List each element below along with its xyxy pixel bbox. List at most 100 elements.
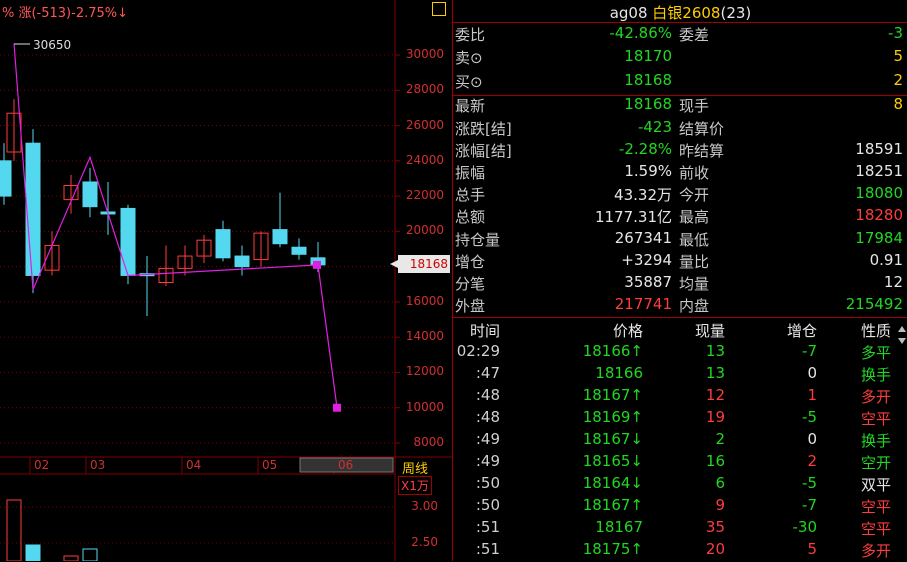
quote-label: 前收	[679, 164, 710, 182]
trade-row[interactable]: :49 18167↓ 2 0 换手	[453, 430, 907, 452]
quote-value: 215492	[845, 295, 903, 313]
trade-type: 多平	[860, 344, 891, 362]
trade-row[interactable]: 02:29 18166↑ 13 -7 多平	[453, 342, 907, 364]
trade-row[interactable]: :47 18166 13 0 换手	[453, 364, 907, 386]
column-header: 性质	[860, 322, 891, 340]
quote-value: 18591	[855, 140, 903, 158]
trade-price: 18165↓	[582, 452, 643, 470]
trade-oi: -7	[802, 496, 817, 514]
period-selector[interactable]: 周线	[402, 458, 428, 477]
trade-oi: 2	[807, 452, 817, 470]
current-price-tag: 18168	[390, 255, 450, 273]
quote-value: 18251	[855, 162, 903, 180]
trade-row[interactable]: :51 18175↑ 20 5 多开	[453, 540, 907, 562]
trade-oi: 0	[807, 364, 817, 382]
quote-value: 5	[893, 47, 903, 65]
quote-value: 217741	[614, 295, 672, 313]
quote-row: 增仓 +3294 量比 0.91	[453, 251, 907, 273]
column-header: 时间	[469, 322, 500, 340]
quote-label: 昨结算	[679, 142, 725, 160]
zigzag-line	[13, 43, 338, 408]
trade-price: 18166↑	[582, 342, 643, 360]
quote-value: -3	[888, 24, 903, 42]
y-tick-label: 12000	[405, 364, 444, 379]
quote-value: +3294	[621, 251, 672, 269]
quote-label: 结算价	[679, 120, 725, 138]
trade-row[interactable]: :48 18169↑ 19 -5 空平	[453, 408, 907, 430]
volume-bar	[6, 499, 22, 561]
quote-value: 17984	[855, 229, 903, 247]
square-icon[interactable]	[432, 2, 446, 16]
quote-value: 1177.31亿	[594, 208, 672, 226]
quote-value: 18170	[624, 47, 672, 65]
kline-chart[interactable]: 30650 % 涨(-513)-2.75%↓ 30000 28000 26000 24…	[0, 0, 452, 561]
trade-vol: 16	[705, 452, 725, 470]
trade-row[interactable]: :48 18167↑ 12 1 多开	[453, 386, 907, 408]
contract-count: (23)	[720, 4, 752, 22]
trade-row[interactable]: :51 18167 35 -30 空平	[453, 518, 907, 540]
quote-value: 18280	[855, 206, 903, 224]
scroll-handle[interactable]	[897, 322, 907, 348]
trade-time: :50	[475, 474, 500, 492]
quote-label: 内盘	[679, 297, 710, 315]
high-price-label: 30650	[33, 38, 71, 52]
quote-row: 涨跌[结] -423 结算价	[453, 118, 907, 140]
quote-value: 43.32万	[614, 186, 672, 204]
trade-time: :51	[475, 518, 500, 536]
trade-vol: 35	[705, 518, 725, 536]
quote-row: 持仓量 267341 最低 17984	[453, 229, 907, 251]
trade-vol: 20	[705, 540, 725, 558]
y-tick-label: 24000	[405, 152, 444, 167]
x-tick-label: 06	[338, 458, 354, 472]
quote-label: 均量	[679, 275, 710, 293]
quote-value: 18080	[855, 184, 903, 202]
quote-value: 0.91	[869, 251, 903, 269]
x-tick-label: 05	[262, 458, 278, 472]
quote-row: 分笔 35887 均量 12	[453, 273, 907, 295]
quote-value: -42.86%	[609, 24, 672, 42]
column-header: 增仓	[786, 322, 817, 340]
trade-oi: 5	[807, 540, 817, 558]
y-tick-label: 22000	[405, 188, 444, 203]
trade-oi: 1	[807, 386, 817, 404]
trade-vol: 19	[705, 408, 725, 426]
candle-body	[272, 229, 288, 245]
trade-row[interactable]: :49 18165↓ 16 2 空开	[453, 452, 907, 474]
quote-value: 18168	[624, 95, 672, 113]
y-tick-label: 14000	[405, 329, 444, 344]
trade-row[interactable]: :50 18167↑ 9 -7 空平	[453, 496, 907, 518]
zigzag-point	[313, 260, 321, 269]
trade-vol: 9	[715, 496, 725, 514]
trade-time: :49	[475, 452, 500, 470]
trade-time: :51	[475, 540, 500, 558]
quote-row: 涨幅[结] -2.28% 昨结算 18591	[453, 140, 907, 162]
quote-row: 振幅 1.59% 前收 18251	[453, 162, 907, 184]
quote-label: 增仓	[455, 253, 486, 271]
candle-body	[291, 246, 307, 255]
trade-price: 18166	[595, 364, 643, 382]
volume-tick-label: 3.00	[411, 499, 438, 513]
quote-label: 振幅	[455, 164, 486, 182]
quote-value: 18168	[624, 71, 672, 89]
y-tick-label: 28000	[405, 82, 444, 97]
quote-row: 总手 43.32万 今开 18080	[453, 184, 907, 206]
trade-type: 空平	[860, 410, 891, 428]
trade-vol: 2	[715, 430, 725, 448]
trade-row[interactable]: :50 18164↓ 6 -5 双平	[453, 474, 907, 496]
trade-oi: -5	[802, 408, 817, 426]
trade-oi: -5	[802, 474, 817, 492]
y-tick-label: 30000	[405, 47, 444, 61]
candle-body	[215, 229, 231, 259]
quote-label: 涨跌[结]	[455, 120, 512, 138]
trade-type: 多开	[860, 388, 891, 406]
kline-canvas: 30650	[0, 0, 452, 561]
zigzag-point	[333, 403, 341, 412]
contract-title: ag08 白银2608(23)	[453, 2, 907, 23]
separator	[453, 317, 907, 318]
volume-bar	[63, 555, 79, 561]
quote-label: 买⊙	[455, 73, 483, 91]
candle-body	[234, 255, 250, 268]
quote-value: 2	[893, 71, 903, 89]
trade-type: 多开	[860, 542, 891, 560]
trade-price: 18167↑	[582, 496, 643, 514]
